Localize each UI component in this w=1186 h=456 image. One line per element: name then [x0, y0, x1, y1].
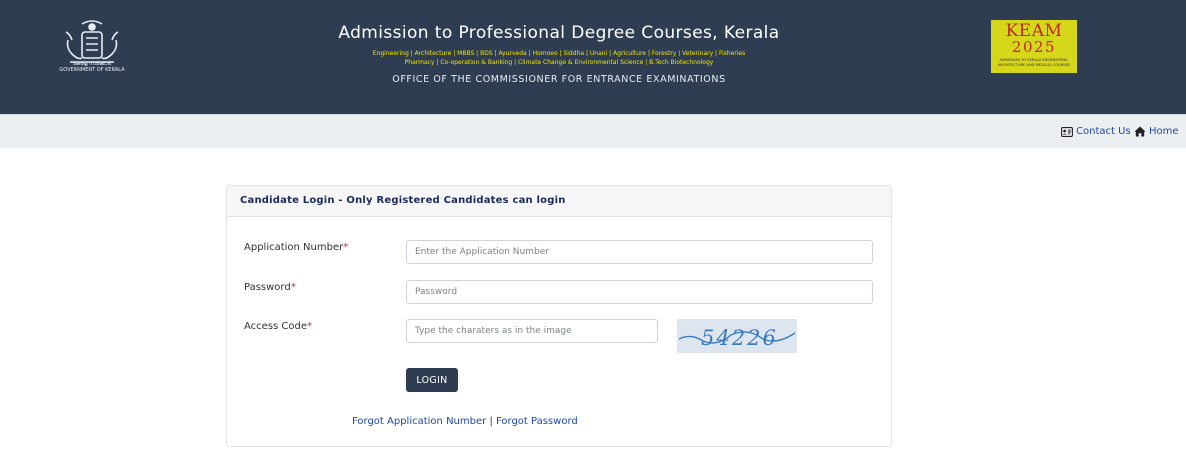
contact-us-label: Contact Us [1076, 126, 1131, 137]
home-link[interactable]: Home [1134, 126, 1179, 137]
captcha-text: 54226 [701, 326, 778, 350]
application-number-input[interactable] [406, 240, 873, 264]
home-icon [1134, 126, 1146, 137]
captcha-image: 54226 [677, 319, 797, 353]
keam-logo-caption: ADMISSION TO KERALA ENGINEERING, ARCHITE… [997, 58, 1071, 67]
contact-card-icon [1061, 126, 1073, 137]
required-mark: * [307, 321, 313, 332]
link-separator: | [489, 416, 493, 427]
nav-bar: Contact Us Home [0, 114, 1186, 148]
login-card-header: Candidate Login - Only Registered Candid… [227, 186, 891, 217]
contact-us-link[interactable]: Contact Us [1061, 126, 1131, 137]
site-header: കേരള സർക്കാർ GOVERNMENT OF KERALA Admiss… [0, 0, 1186, 114]
forgot-password-link[interactable]: Forgot Password [496, 416, 578, 427]
login-card-title: Candidate Login - Only Registered Candid… [240, 195, 566, 206]
required-mark: * [290, 282, 296, 293]
access-code-input[interactable] [406, 319, 658, 343]
keam-logo-year: 2025 [1011, 38, 1057, 56]
password-label-text: Password [244, 282, 291, 293]
login-button[interactable]: LOGIN [406, 368, 458, 392]
forgot-application-number-link[interactable]: Forgot Application Number [352, 416, 486, 427]
password-label: Password* [244, 282, 296, 293]
application-number-label: Application Number* [244, 242, 348, 253]
office-name: OFFICE OF THE COMMISSIONER FOR ENTRANCE … [392, 74, 726, 85]
emblem-caption-english: GOVERNMENT OF KERALA [59, 67, 125, 73]
access-code-label: Access Code* [244, 321, 312, 332]
application-number-label-text: Application Number [244, 242, 344, 253]
forgot-links: Forgot Application Number | Forgot Passw… [352, 416, 578, 427]
required-mark: * [343, 242, 349, 253]
courses-line-1: Engineering | Architecture | MBBS | BDS … [372, 50, 746, 57]
access-code-label-text: Access Code [244, 321, 308, 332]
login-card: Candidate Login - Only Registered Candid… [226, 185, 892, 447]
password-input[interactable] [406, 280, 873, 304]
keam-logo: KEAM 2025 ADMISSION TO KERALA ENGINEERIN… [991, 20, 1077, 73]
page-title: Admission to Professional Degree Courses… [338, 23, 780, 43]
home-label: Home [1149, 126, 1179, 137]
courses-line-2: Pharmacy | Co-operation & Banking | Clim… [404, 59, 714, 66]
